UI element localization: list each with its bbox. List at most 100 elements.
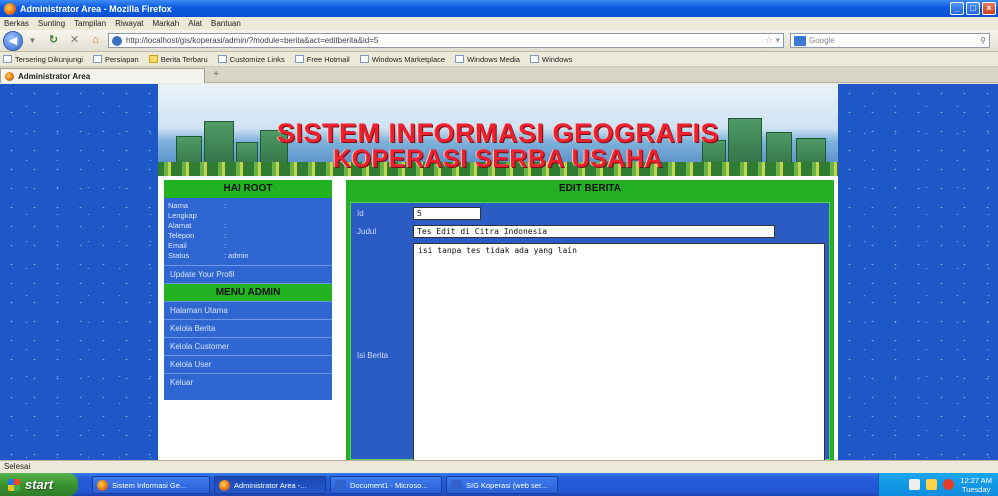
bookmark-page-icon: [359, 55, 369, 63]
firefox-icon: [5, 71, 14, 81]
id-field[interactable]: 5: [413, 207, 481, 220]
clock-time: 12:27 AM: [960, 475, 992, 485]
taskbar-item-label: Administrator Area -...: [234, 480, 307, 490]
tab-strip: Administrator Area +: [0, 67, 998, 83]
background-pattern: [0, 84, 160, 460]
minimize-button[interactable]: _: [950, 2, 964, 15]
clock-day: Tuesday: [961, 484, 991, 494]
sidebar-item-kelola-user[interactable]: Kelola User: [164, 355, 332, 373]
profile-key: Nama Lengkap: [168, 201, 197, 220]
bookmark-item[interactable]: Persiapan: [92, 55, 139, 64]
star-icon[interactable]: ☆ ▾: [765, 35, 780, 46]
menu-alat[interactable]: Alat: [188, 19, 202, 28]
bookmark-item[interactable]: Berita Terbaru: [148, 54, 208, 64]
bookmark-item[interactable]: Windows Media: [455, 55, 520, 64]
bookmark-label: Windows: [541, 54, 573, 64]
reload-icon[interactable]: ↻: [46, 33, 61, 48]
stop-icon[interactable]: ✕: [67, 33, 82, 48]
security-alert-icon[interactable]: [943, 479, 955, 490]
profile-key: Status: [168, 251, 190, 260]
edit-berita-panel: EDIT BERITA Id 5 Judul Tes Edit di Citra…: [346, 180, 834, 460]
bookmark-label: Windows Marketplace: [371, 54, 446, 64]
menu-admin-heading: MENU ADMIN: [164, 283, 332, 301]
profile-key: Telepon: [168, 231, 195, 240]
sidebar-item-kelola-berita[interactable]: Kelola Berita: [164, 319, 332, 337]
window-titlebar: Administrator Area - Mozilla Firefox _ □…: [0, 0, 998, 17]
volume-icon[interactable]: [926, 479, 938, 490]
back-arrow-icon[interactable]: ◀: [3, 30, 23, 51]
taskbar-item-label: SIG Koperasi (web ser...: [466, 480, 548, 490]
greeting-heading: HAI ROOT: [164, 180, 332, 198]
clock[interactable]: 12:27 AM Tuesday: [960, 476, 992, 494]
update-profile-link[interactable]: Update Your Profil: [164, 265, 332, 283]
bookmark-page-icon: [529, 55, 539, 63]
new-tab-icon[interactable]: +: [209, 69, 223, 82]
sidebar-item-halaman-utama[interactable]: Halaman Utama: [164, 301, 332, 319]
taskbar-item[interactable]: Administrator Area -...: [214, 476, 326, 494]
menu-riwayat[interactable]: Riwayat: [115, 19, 143, 28]
bookmark-folder-icon: [3, 55, 12, 63]
site-identity-icon[interactable]: [112, 35, 122, 46]
judul-field[interactable]: Tes Edit di Citra Indonesia: [413, 225, 775, 238]
home-icon[interactable]: ⌂: [88, 33, 103, 48]
bookmark-page-icon: [217, 55, 227, 63]
window-controls: _ □ ×: [950, 2, 996, 15]
address-text[interactable]: http://localhost/gis/koperasi/admin/?mod…: [126, 36, 378, 45]
profile-row: Email:: [168, 241, 328, 251]
rss-icon: [148, 55, 158, 63]
bookmark-page-icon: [455, 55, 465, 63]
menu-sunting[interactable]: Sunting: [38, 19, 65, 28]
page-viewport: SISTEM INFORMASI GEOGRAFIS KOPERASI SERB…: [0, 84, 998, 460]
taskbar-item-label: Document1 - Microso...: [350, 480, 428, 490]
banner-subtitle: KOPERASI SERBA USAHA: [333, 145, 663, 173]
search-icon[interactable]: ⚲: [980, 36, 986, 45]
search-bar[interactable]: Google ⚲: [790, 33, 990, 48]
header-banner: SISTEM INFORMASI GEOGRAFIS KOPERASI SERB…: [158, 84, 838, 176]
profile-row: Status : admin: [168, 251, 328, 261]
firefox-icon: [219, 479, 230, 491]
menu-bantuan[interactable]: Bantuan: [211, 19, 241, 28]
profile-value: :: [224, 201, 227, 210]
tab-label: Administrator Area: [18, 71, 91, 81]
profile-value: :: [224, 241, 227, 250]
bookmark-page-icon: [294, 55, 304, 63]
menu-berkas[interactable]: Berkas: [4, 19, 29, 28]
maximize-button[interactable]: □: [966, 2, 980, 15]
search-placeholder[interactable]: Google: [809, 36, 835, 45]
taskbar-item[interactable]: Sistem Informasi Ge...: [92, 476, 210, 494]
bookmark-item[interactable]: Windows Marketplace: [359, 54, 446, 64]
bookmark-page-icon: [92, 55, 102, 63]
bookmark-label: Customize Links: [229, 54, 285, 64]
bookmark-item[interactable]: Free Hotmail: [294, 55, 350, 64]
profile-value: : admin: [224, 251, 249, 260]
bookmark-item[interactable]: Tersering Dikunjungi: [3, 55, 83, 64]
bookmark-item[interactable]: Customize Links: [217, 54, 285, 64]
window-title: Administrator Area - Mozilla Firefox: [20, 3, 172, 14]
isi-berita-textarea[interactable]: isi tanpa tes tidak ada yang lain: [413, 243, 825, 460]
panel-title: EDIT BERITA: [558, 183, 622, 194]
sidebar-item-keluar[interactable]: Keluar: [164, 373, 332, 391]
bookmarks-toolbar: Tersering Dikunjungi Persiapan Berita Te…: [0, 52, 998, 67]
profile-value: :: [224, 231, 227, 240]
taskbar-item[interactable]: SIG Koperasi (web ser...: [446, 476, 558, 494]
taskbar-item[interactable]: Document1 - Microso...: [330, 476, 442, 494]
system-tray: 12:27 AM Tuesday: [878, 473, 998, 496]
profile-row: Alamat:: [168, 221, 328, 231]
network-icon[interactable]: [909, 479, 921, 490]
bookmark-item[interactable]: Windows: [529, 54, 573, 64]
start-button[interactable]: start: [0, 473, 78, 496]
menu-markah[interactable]: Markah: [153, 19, 180, 28]
forward-dropdown-icon[interactable]: ▼: [25, 33, 40, 48]
sidebar-item-kelola-customer[interactable]: Kelola Customer: [164, 337, 332, 355]
judul-label: Judul: [357, 227, 377, 236]
profile-key: Alamat: [168, 221, 192, 230]
tab-administrator-area[interactable]: Administrator Area: [0, 68, 205, 83]
firefox-icon: [4, 2, 16, 15]
search-engine-icon[interactable]: [794, 35, 806, 46]
bookmark-label: Berita Terbaru: [160, 54, 208, 64]
document-icon: [451, 479, 462, 491]
close-button[interactable]: ×: [982, 2, 996, 15]
profile-key: Email: [168, 241, 187, 250]
address-bar[interactable]: http://localhost/gis/koperasi/admin/?mod…: [108, 33, 784, 48]
menu-tampilan[interactable]: Tampilan: [74, 19, 106, 28]
